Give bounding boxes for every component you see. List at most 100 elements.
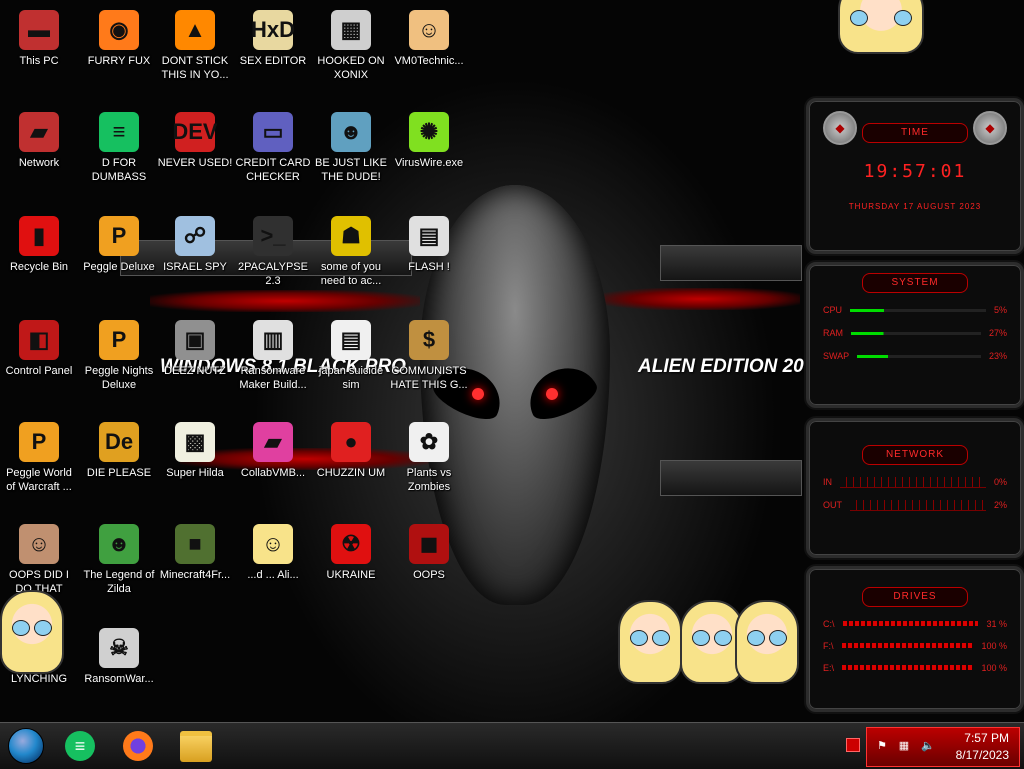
sticker-character (735, 600, 799, 684)
desktop-icon-label: ISRAEL SPY (163, 261, 227, 273)
desktop-icon[interactable]: De DIE PLEASE (80, 418, 158, 480)
desktop-icon[interactable]: ▤ FLASH ! (390, 212, 468, 274)
desktop-icon-label: Ransomware Maker Build... (239, 365, 307, 391)
desktop-icon-label: VirusWire.exe (394, 157, 464, 169)
desktop-icon-label: BE JUST LIKE THE DUDE! (315, 157, 387, 183)
desktop-icon[interactable]: ▮ Recycle Bin (0, 212, 78, 274)
net-row-meter (840, 477, 986, 488)
desktop-icon-label: Peggle Deluxe (83, 261, 155, 273)
desktop-icon-image: ▭ (253, 112, 293, 152)
wallpaper-text-right: ALIEN EDITION 20 (638, 356, 804, 377)
desktop-icon[interactable]: P Peggle Nights Deluxe (80, 316, 158, 392)
desktop-icon-label: Plants vs Zombies (406, 467, 452, 493)
widget-network[interactable]: NETWORK IN 0% OUT 2% (806, 418, 1024, 558)
desktop-icon-image: ▲ (175, 10, 215, 50)
desktop-icon[interactable]: ▰ Network (0, 108, 78, 170)
widget-time[interactable]: ◆ ◆ TIME 19:57:01 THURSDAY 17 AUGUST 202… (806, 98, 1024, 254)
desktop-icon[interactable]: P Peggle Deluxe (80, 212, 158, 274)
desktop-icon[interactable]: ● CHUZZIN UM (312, 418, 390, 480)
desktop-icon[interactable]: $ COMMUNISTS HATE THIS G... (390, 316, 468, 392)
taskbar-firefox[interactable] (120, 728, 156, 764)
desktop-icon[interactable]: ☺ OOPS DID I DO THAT (0, 520, 78, 596)
sys-row-value: 5% (993, 305, 1007, 315)
desktop-icon-image: ☢ (331, 524, 371, 564)
desktop-icon-label: VM0Technic... (394, 55, 464, 67)
taskbar-clock[interactable]: 7:57 PM 8/17/2023 (956, 730, 1009, 764)
desktop-icon[interactable]: ▥ Ransomware Maker Build... (234, 316, 312, 392)
taskbar-file-explorer[interactable] (178, 728, 214, 764)
desktop-icon[interactable]: HxD SEX EDITOR (234, 6, 312, 68)
widget-drives[interactable]: DRIVES C:\ 31 % F:\ 100 % E:\ 100 % (806, 566, 1024, 712)
notification-flag-icon[interactable] (846, 738, 860, 752)
desktop-icon-label: Recycle Bin (9, 261, 69, 273)
desktop-icon[interactable]: >_ 2PACALYPSE 2.3 (234, 212, 312, 288)
desktop-icon-image: ▦ (331, 10, 371, 50)
desktop-icon-image: ☺ (253, 524, 293, 564)
desktop-icon[interactable]: ☻ BE JUST LIKE THE DUDE! (312, 108, 390, 184)
desktop-icon-label: This PC (19, 55, 59, 67)
desktop-icon[interactable]: ☠ RansomWar... (80, 624, 158, 686)
desktop-icon[interactable]: ▰ CollabVMB... (234, 418, 312, 480)
desktop-icon[interactable]: ■ Minecraft4Fr... (156, 520, 234, 582)
desktop-icon[interactable]: ◼ OOPS (390, 520, 468, 582)
desktop-icon-label: HOOKED ON XONIX (317, 55, 385, 81)
desktop-icon-image: P (19, 422, 59, 462)
clock-time: 7:57 PM (964, 731, 1009, 745)
desktop-icon-image: ≡ (99, 112, 139, 152)
desktop-icon[interactable]: ▭ CREDIT CARD CHECKER (234, 108, 312, 184)
taskbar-app-green[interactable]: ≡ (62, 728, 98, 764)
desktop-icon-image: $ (409, 320, 449, 360)
desktop-icon[interactable]: ☺ ...d ... Ali... (234, 520, 312, 582)
desktop-icon[interactable]: ▲ DONT STICK THIS IN YO... (156, 6, 234, 82)
drive-row: F:\ 100 % (809, 641, 1021, 651)
net-row-value: 0% (993, 477, 1007, 487)
desktop-icon[interactable]: ✿ Plants vs Zombies (390, 418, 468, 494)
drive-row: C:\ 31 % (809, 619, 1021, 629)
widget-system[interactable]: SYSTEM CPU 5% RAM 27% SWAP 23% (806, 262, 1024, 408)
desktop-icon[interactable]: ☺ VM0Technic... (390, 6, 468, 68)
clock-date: 8/17/2023 (955, 748, 1009, 762)
desktop-icon[interactable]: ☻ The Legend of Zilda (80, 520, 158, 596)
sys-row-meter (850, 309, 986, 312)
action-center-flag-icon[interactable]: ⚑ (875, 739, 889, 753)
sys-row: RAM 27% (809, 328, 1021, 339)
desktop-icon[interactable]: ▬ This PC (0, 6, 78, 68)
desktop-icon[interactable]: ☗ some of you need to ac... (312, 212, 390, 288)
desktop-icon-image: ▤ (409, 216, 449, 256)
desktop-icon[interactable]: DEV NEVER USED! (156, 108, 234, 170)
widget-title: SYSTEM (862, 273, 968, 293)
desktop-icon-label: some of you need to ac... (320, 261, 382, 287)
desktop-icon[interactable]: ☍ ISRAEL SPY (156, 212, 234, 274)
desktop-icon[interactable]: ▦ HOOKED ON XONIX (312, 6, 390, 82)
desktop-icon[interactable]: ▩ Super Hilda (156, 418, 234, 480)
desktop-icon-label: COMMUNISTS HATE THIS G... (390, 365, 468, 391)
desktop-icon[interactable]: ▣ DEEZ NUTZ (156, 316, 234, 378)
desktop-icon[interactable]: ✺ VirusWire.exe (390, 108, 468, 170)
desktop-icon-image: ◼ (409, 524, 449, 564)
sys-row-name: CPU (823, 305, 843, 315)
desktop-icon[interactable]: P Peggle World of Warcraft ... (0, 418, 78, 494)
desktop-icon-image: P (99, 320, 139, 360)
alien-badge-icon: ◆ (823, 111, 857, 145)
desktop-icon[interactable]: ◉ FURRY FUX (80, 6, 158, 68)
desktop-icon-label: OOPS (413, 569, 445, 581)
net-row: IN 0% (809, 477, 1021, 488)
desktop-icon-label: NEVER USED! (157, 157, 233, 169)
desktop-icon-label: Control Panel (5, 365, 73, 377)
desktop-icon-image: >_ (253, 216, 293, 256)
desktop-icon[interactable]: ◧ Control Panel (0, 316, 78, 378)
start-button[interactable] (8, 728, 44, 764)
desktop-icon-label: japan suicide sim (318, 365, 384, 391)
sys-row-name: RAM (823, 328, 843, 338)
drive-row-meter (842, 621, 979, 626)
network-icon[interactable]: ▦ (897, 739, 911, 753)
desktop-icon-label: UKRAINE (326, 569, 376, 581)
desktop-icon-label: DIE PLEASE (86, 467, 152, 479)
volume-icon[interactable]: 🔈 (921, 739, 935, 753)
desktop-icon[interactable]: ≡ D FOR DUMBASS (80, 108, 158, 184)
desktop-icon[interactable]: ▤ japan suicide sim (312, 316, 390, 392)
desktop-icon-image: ▣ (175, 320, 215, 360)
desktop-icon-label: DONT STICK THIS IN YO... (161, 55, 229, 81)
desktop-icon[interactable]: ☢ UKRAINE (312, 520, 390, 582)
desktop-icon-label: LYNCHING (10, 673, 68, 685)
